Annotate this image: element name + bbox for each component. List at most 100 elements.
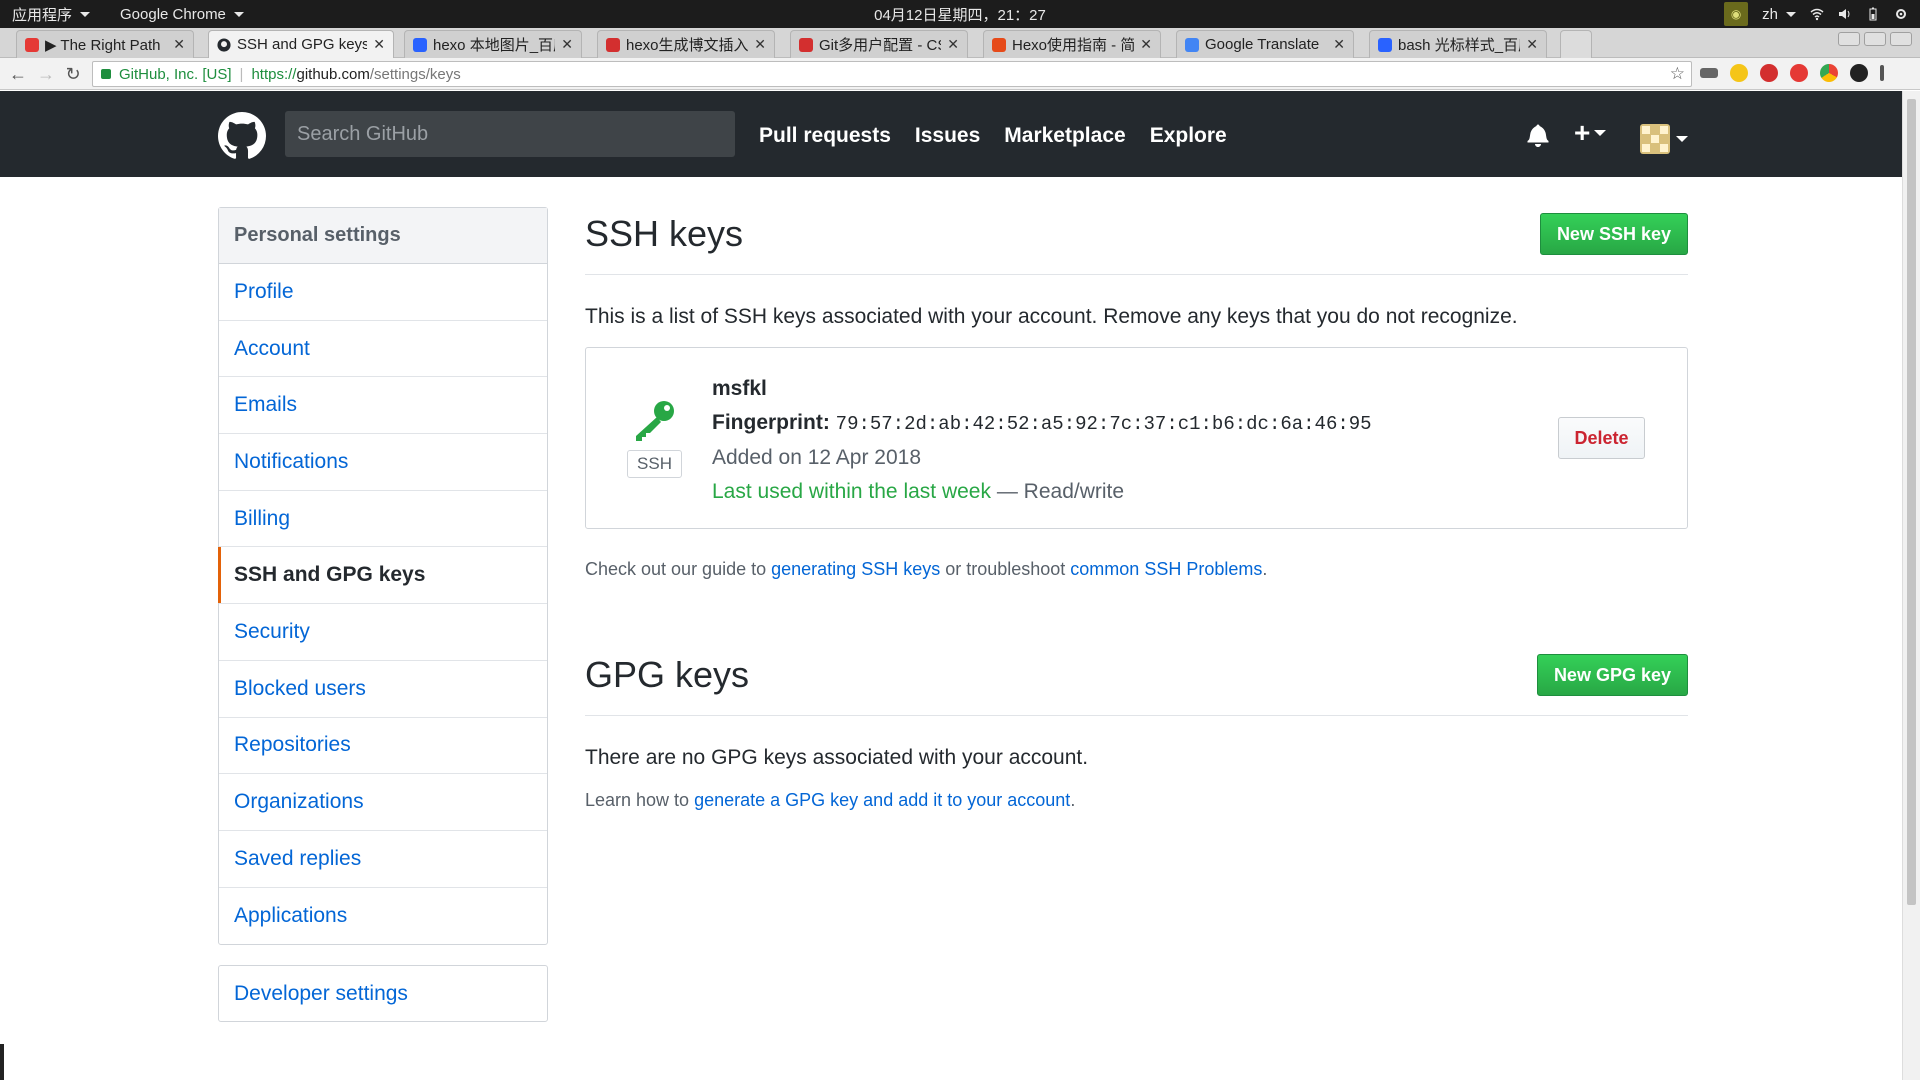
nav-marketplace[interactable]: Marketplace — [1004, 124, 1125, 148]
header-nav: Pull requests Issues Marketplace Explore — [759, 124, 1227, 148]
close-tab-icon[interactable]: ✕ — [173, 36, 185, 53]
desktop-edge — [0, 1044, 4, 1080]
extension-icon[interactable] — [1850, 64, 1868, 82]
generate-gpg-key-link[interactable]: generate a GPG key and add it to your ac… — [694, 790, 1070, 810]
window-controls — [1838, 32, 1912, 46]
extension-icon[interactable] — [1790, 64, 1808, 82]
battery-icon[interactable] — [1866, 7, 1880, 21]
gpg-section-header: GPG keys New GPG key — [585, 648, 1688, 716]
close-tab-icon[interactable]: ✕ — [373, 36, 385, 53]
browser-tab[interactable]: hexo生成博文插入图 ✕ — [597, 30, 775, 58]
sidebar-item-notifications[interactable]: Notifications — [219, 434, 547, 491]
extension-icon[interactable] — [1700, 68, 1718, 78]
chevron-down-icon — [1676, 136, 1688, 142]
sidebar-item-repositories[interactable]: Repositories — [219, 718, 547, 775]
system-clock[interactable]: 04月12日星期四，21：27 — [0, 4, 1920, 25]
gpg-keys-title: GPG keys — [585, 654, 750, 695]
sidebar-item-blocked-users[interactable]: Blocked users — [219, 661, 547, 718]
sidebar-heading: Personal settings — [219, 208, 547, 264]
more-menu-icon[interactable] — [1880, 65, 1884, 81]
sidebar-item-saved-replies[interactable]: Saved replies — [219, 831, 547, 888]
browser-tab[interactable]: Git多用户配置 - CSDN ✕ — [790, 30, 968, 58]
language-indicator[interactable]: zh — [1762, 6, 1796, 23]
bell-icon[interactable] — [1527, 123, 1549, 147]
ssh-key-item: SSH msfkl Fingerprint: 79:57:2d:ab:42:52… — [585, 347, 1688, 529]
eye-icon[interactable]: ◉ — [1724, 2, 1749, 26]
new-ssh-key-button[interactable]: New SSH key — [1539, 213, 1688, 255]
apps-menu-label: 应用程序 — [12, 6, 73, 24]
reload-icon[interactable]: ↻ — [63, 64, 83, 84]
site-identity[interactable]: GitHub, Inc. [US] — [119, 66, 232, 83]
lock-icon — [101, 69, 111, 79]
gpg-keys-section: GPG keys New GPG key There are no GPG ke… — [585, 648, 1688, 811]
fingerprint-value: 79:57:2d:ab:42:52:a5:92:7c:37:c1:b6:dc:6… — [835, 412, 1372, 435]
close-tab-icon[interactable]: ✕ — [754, 36, 766, 53]
sidebar-item-account[interactable]: Account — [219, 321, 547, 378]
tab-favicon-icon — [25, 37, 39, 52]
browser-tab-active[interactable]: SSH and GPG keys ✕ — [208, 30, 394, 58]
sidebar-item-billing[interactable]: Billing — [219, 491, 547, 548]
sidebar-item-developer-settings[interactable]: Developer settings — [218, 965, 548, 1022]
browser-tab[interactable]: Hexo使用指南 - 简书 ✕ — [983, 30, 1161, 58]
scrollbar-thumb[interactable] — [1907, 99, 1916, 905]
wifi-icon[interactable] — [1810, 7, 1824, 21]
github-logo-icon[interactable] — [218, 112, 266, 160]
sidebar-item-emails[interactable]: Emails — [219, 377, 547, 435]
tab-favicon-icon — [606, 37, 620, 52]
browser-tab[interactable]: bash 光标样式_百度 ✕ — [1369, 30, 1547, 58]
user-menu[interactable] — [1640, 124, 1688, 154]
sidebar-item-applications[interactable]: Applications — [219, 888, 547, 945]
star-extension-icon[interactable] — [1730, 64, 1748, 82]
bookmark-star-icon[interactable]: ☆ — [1670, 64, 1685, 84]
plus-icon: + — [1574, 117, 1591, 148]
search-input[interactable] — [285, 111, 735, 157]
tab-title: Git多用户配置 - CSDN — [819, 37, 941, 54]
volume-icon[interactable] — [1838, 7, 1852, 21]
key-usage-row: Last used within the last week — Read/wr… — [712, 475, 1372, 509]
adblock-icon[interactable] — [1760, 64, 1778, 82]
close-window-button[interactable] — [1890, 32, 1912, 46]
guide-suffix: . — [1262, 559, 1268, 579]
nav-explore[interactable]: Explore — [1150, 124, 1227, 148]
generating-ssh-keys-link[interactable]: generating SSH keys — [771, 559, 940, 579]
page-scrollbar[interactable] — [1902, 91, 1920, 1080]
nav-issues[interactable]: Issues — [915, 124, 980, 148]
sidebar-item-organizations[interactable]: Organizations — [219, 774, 547, 831]
browser-tab[interactable]: Google Translate ✕ — [1176, 30, 1354, 58]
forward-arrow-icon[interactable]: → — [36, 64, 56, 84]
tab-title: ▶ The Right Path — [45, 36, 161, 54]
tab-title: hexo生成博文插入图 — [626, 37, 749, 54]
new-gpg-key-button[interactable]: New GPG key — [1536, 654, 1688, 696]
close-tab-icon[interactable]: ✕ — [1140, 36, 1152, 53]
back-arrow-icon[interactable]: ← — [8, 64, 28, 84]
key-details: msfkl Fingerprint: 79:57:2d:ab:42:52:a5:… — [712, 372, 1372, 508]
browser-tab[interactable]: hexo 本地图片_百度 ✕ — [404, 30, 582, 58]
sidebar-item-profile[interactable]: Profile — [219, 264, 547, 321]
maximize-button[interactable] — [1864, 32, 1886, 46]
active-app-menu[interactable]: Google Chrome — [120, 6, 244, 23]
gpg-empty-message: There are no GPG keys associated with yo… — [585, 746, 1089, 769]
new-tab-button[interactable] — [1560, 30, 1592, 58]
extension-icons — [1700, 64, 1884, 82]
settings-gear-icon[interactable] — [1894, 7, 1908, 21]
browser-tab[interactable]: ▶ The Right Path ✕ — [16, 30, 194, 58]
close-tab-icon[interactable]: ✕ — [561, 36, 573, 53]
close-tab-icon[interactable]: ✕ — [1333, 36, 1345, 53]
github-header: Pull requests Issues Marketplace Explore… — [0, 91, 1902, 177]
os-top-bar: 应用程序 Google Chrome 04月12日星期四，21：27 ◉ zh — [0, 0, 1920, 28]
sidebar-item-ssh-gpg-keys[interactable]: SSH and GPG keys — [218, 547, 547, 605]
address-bar[interactable]: GitHub, Inc. [US] | https:// github.com … — [92, 61, 1692, 87]
nav-pull-requests[interactable]: Pull requests — [759, 124, 891, 148]
close-tab-icon[interactable]: ✕ — [1526, 36, 1538, 53]
apps-menu[interactable]: 应用程序 — [12, 4, 91, 25]
minimize-button[interactable] — [1838, 32, 1860, 46]
chevron-down-icon — [80, 11, 91, 17]
key-access-level: — Read/write — [996, 479, 1125, 503]
common-ssh-problems-link[interactable]: common SSH Problems — [1070, 559, 1262, 579]
ssh-section-header: SSH keys New SSH key — [585, 207, 1688, 275]
delete-key-button[interactable]: Delete — [1558, 417, 1645, 459]
create-new-dropdown[interactable]: + — [1574, 117, 1607, 148]
close-tab-icon[interactable]: ✕ — [947, 36, 959, 53]
chrome-extension-icon[interactable] — [1820, 64, 1838, 82]
sidebar-item-security[interactable]: Security — [219, 604, 547, 661]
